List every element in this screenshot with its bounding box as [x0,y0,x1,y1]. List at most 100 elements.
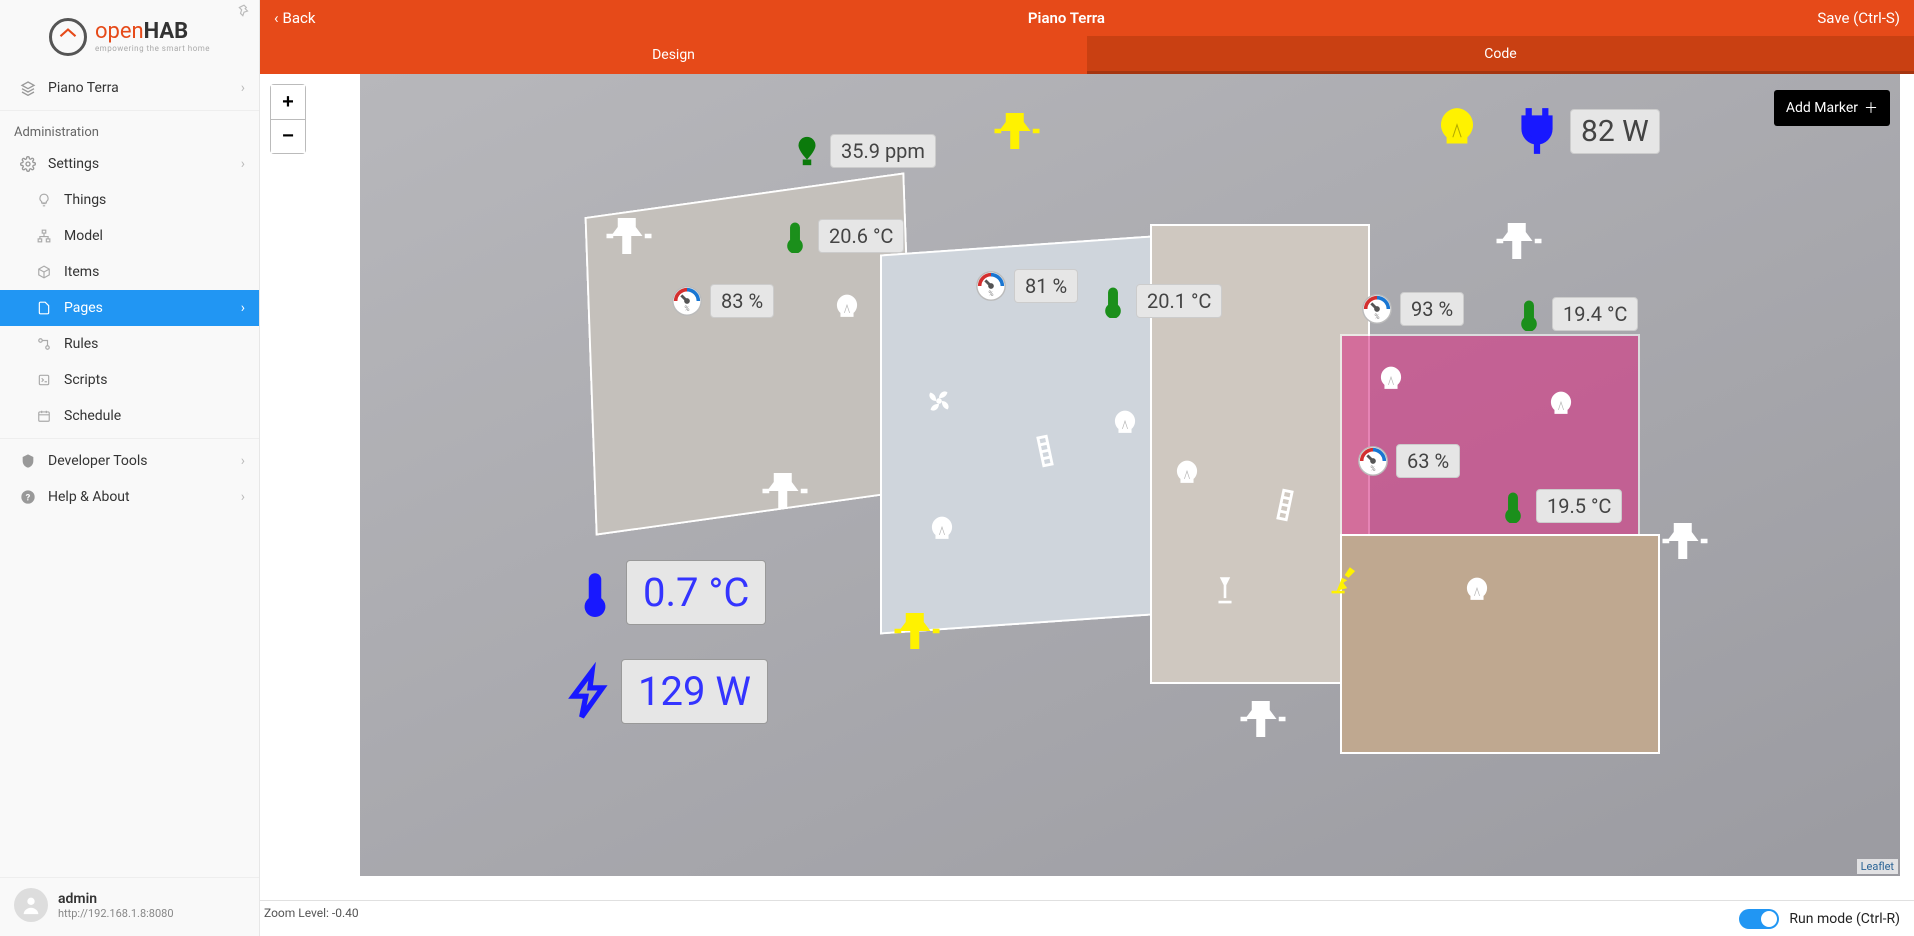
tab-code[interactable]: Code [1087,36,1914,74]
lightbulb-icon [1374,364,1408,398]
marker-light[interactable] [925,514,959,548]
sidebar-label: Things [64,192,106,208]
run-mode-toggle[interactable] [1739,909,1779,929]
marker-temp-living[interactable]: 20.1 °C [1096,284,1222,318]
leaflet-credit[interactable]: Leaflet [1857,859,1898,874]
sidebar-label: Help & About [48,489,130,505]
marker-value: 0.7 °C [626,560,766,625]
lightbulb-icon [830,292,864,326]
marker-power-top[interactable]: 82 W [1510,104,1660,158]
user-name: admin [58,891,174,907]
zoom-out-button[interactable]: − [271,119,305,153]
help-icon: ? [18,489,38,505]
sidebar-item-model[interactable]: Model [0,218,259,254]
marker-value: 83 % [710,284,774,318]
marker-light[interactable] [1170,458,1204,492]
save-button[interactable]: Save (Ctrl-S) [1803,9,1914,27]
co2-icon [790,134,824,168]
marker-temp-cucina[interactable]: 20.6 °C [778,219,904,253]
add-marker-button[interactable]: Add Marker ＋ [1774,90,1890,126]
marker-value: 19.5 °C [1536,489,1622,523]
marker-outdoor-light-ne[interactable] [1492,214,1546,268]
marker-outdoor-light-sw[interactable] [890,604,944,658]
marker-window[interactable] [1268,488,1302,522]
logo-bold: HAB [144,19,189,44]
sidebar-item-developer-tools[interactable]: Developer Tools › [0,443,259,479]
svg-text:?: ? [26,492,31,503]
thermometer-icon [1096,284,1130,318]
pin-icon[interactable] [237,4,251,18]
sidebar-item-settings[interactable]: Settings › [0,146,259,182]
marker-light[interactable] [1460,575,1494,609]
marker-humidity-living[interactable]: 81 % [974,269,1078,303]
marker-value: 81 % [1014,269,1078,303]
breadcrumb-item[interactable]: Piano Terra › [0,70,259,106]
marker-outdoor-light-nw[interactable] [602,209,656,263]
marker-temp-camera[interactable]: 19.5 °C [1496,489,1622,523]
lightbulb-icon [925,514,959,548]
marker-outdoor-light-s[interactable] [1236,692,1290,746]
streetlamp-icon [990,104,1044,158]
marker-light[interactable] [1544,389,1578,423]
chevron-right-icon: › [241,300,245,316]
sidebar-item-items[interactable]: Items [0,254,259,290]
gauge-icon [670,284,704,318]
marker-fan[interactable] [922,384,956,418]
thermometer-icon [570,559,620,625]
marker-co2[interactable]: 35.9 ppm [790,134,936,168]
marker-window[interactable] [1028,434,1062,468]
logo-row: openHAB empowering the smart home [0,0,259,70]
marker-desklamp[interactable] [1325,562,1359,596]
page-title: Piano Terra [329,9,1803,27]
marker-outdoor-light-e[interactable] [1658,514,1712,568]
tab-design[interactable]: Design [260,36,1087,74]
floorlamp-icon [1208,572,1242,606]
marker-light[interactable] [1108,408,1142,442]
script-icon [34,373,54,387]
tabs: Design Code [260,36,1914,74]
shield-icon [18,453,38,469]
lightbulb-icon [1108,408,1142,442]
marker-value: 35.9 ppm [830,134,936,168]
window-icon [1025,431,1065,471]
marker-light-main[interactable] [1430,104,1484,158]
marker-humidity-cucina[interactable]: 83 % [670,284,774,318]
sitemap-icon [34,229,54,243]
user-row[interactable]: admin http://192.168.1.8:8080 [0,877,259,936]
lightbulb-icon [1170,458,1204,492]
marker-value: 63 % [1396,444,1460,478]
marker-temp-bagno[interactable]: 19.4 °C [1512,297,1638,331]
sidebar-item-scripts[interactable]: Scripts [0,362,259,398]
marker-floorlamp[interactable] [1208,572,1242,606]
gauge-icon [1360,292,1394,326]
logo-icon [49,18,87,56]
sidebar-label: Developer Tools [48,453,148,469]
document-icon [34,301,54,315]
run-mode-label: Run mode (Ctrl-R) [1789,911,1900,927]
thermometer-icon [1512,297,1546,331]
marker-temp-external[interactable]: 0.7 °C [570,559,766,625]
zoom-in-button[interactable]: + [271,85,305,119]
sidebar-item-schedule[interactable]: Schedule [0,398,259,434]
marker-outdoor-light-n[interactable] [990,104,1044,158]
room-shape [1340,534,1660,754]
marker-humidity-camera[interactable]: 63 % [1356,444,1460,478]
marker-power-total[interactable]: 129 W [565,659,768,724]
avatar-icon [14,888,48,922]
sidebar-item-help[interactable]: ? Help & About › [0,479,259,515]
window-icon [1265,485,1305,525]
marker-light[interactable] [830,292,864,326]
layers-icon [18,80,38,96]
back-button[interactable]: ‹ Back [260,9,329,27]
sidebar-item-rules[interactable]: Rules [0,326,259,362]
streetlamp-icon [890,604,944,658]
sidebar-label: Rules [64,336,98,352]
plus-icon: ＋ [1864,98,1878,118]
marker-humidity-bagno[interactable]: 93 % [1360,292,1464,326]
sidebar-item-things[interactable]: Things [0,182,259,218]
sidebar-item-pages[interactable]: Pages › [0,290,259,326]
chevron-right-icon: › [241,489,245,505]
marker-outdoor-light-w[interactable] [758,464,812,518]
marker-light[interactable] [1374,364,1408,398]
floorplan-canvas[interactable]: Add Marker ＋ % [360,74,1900,876]
